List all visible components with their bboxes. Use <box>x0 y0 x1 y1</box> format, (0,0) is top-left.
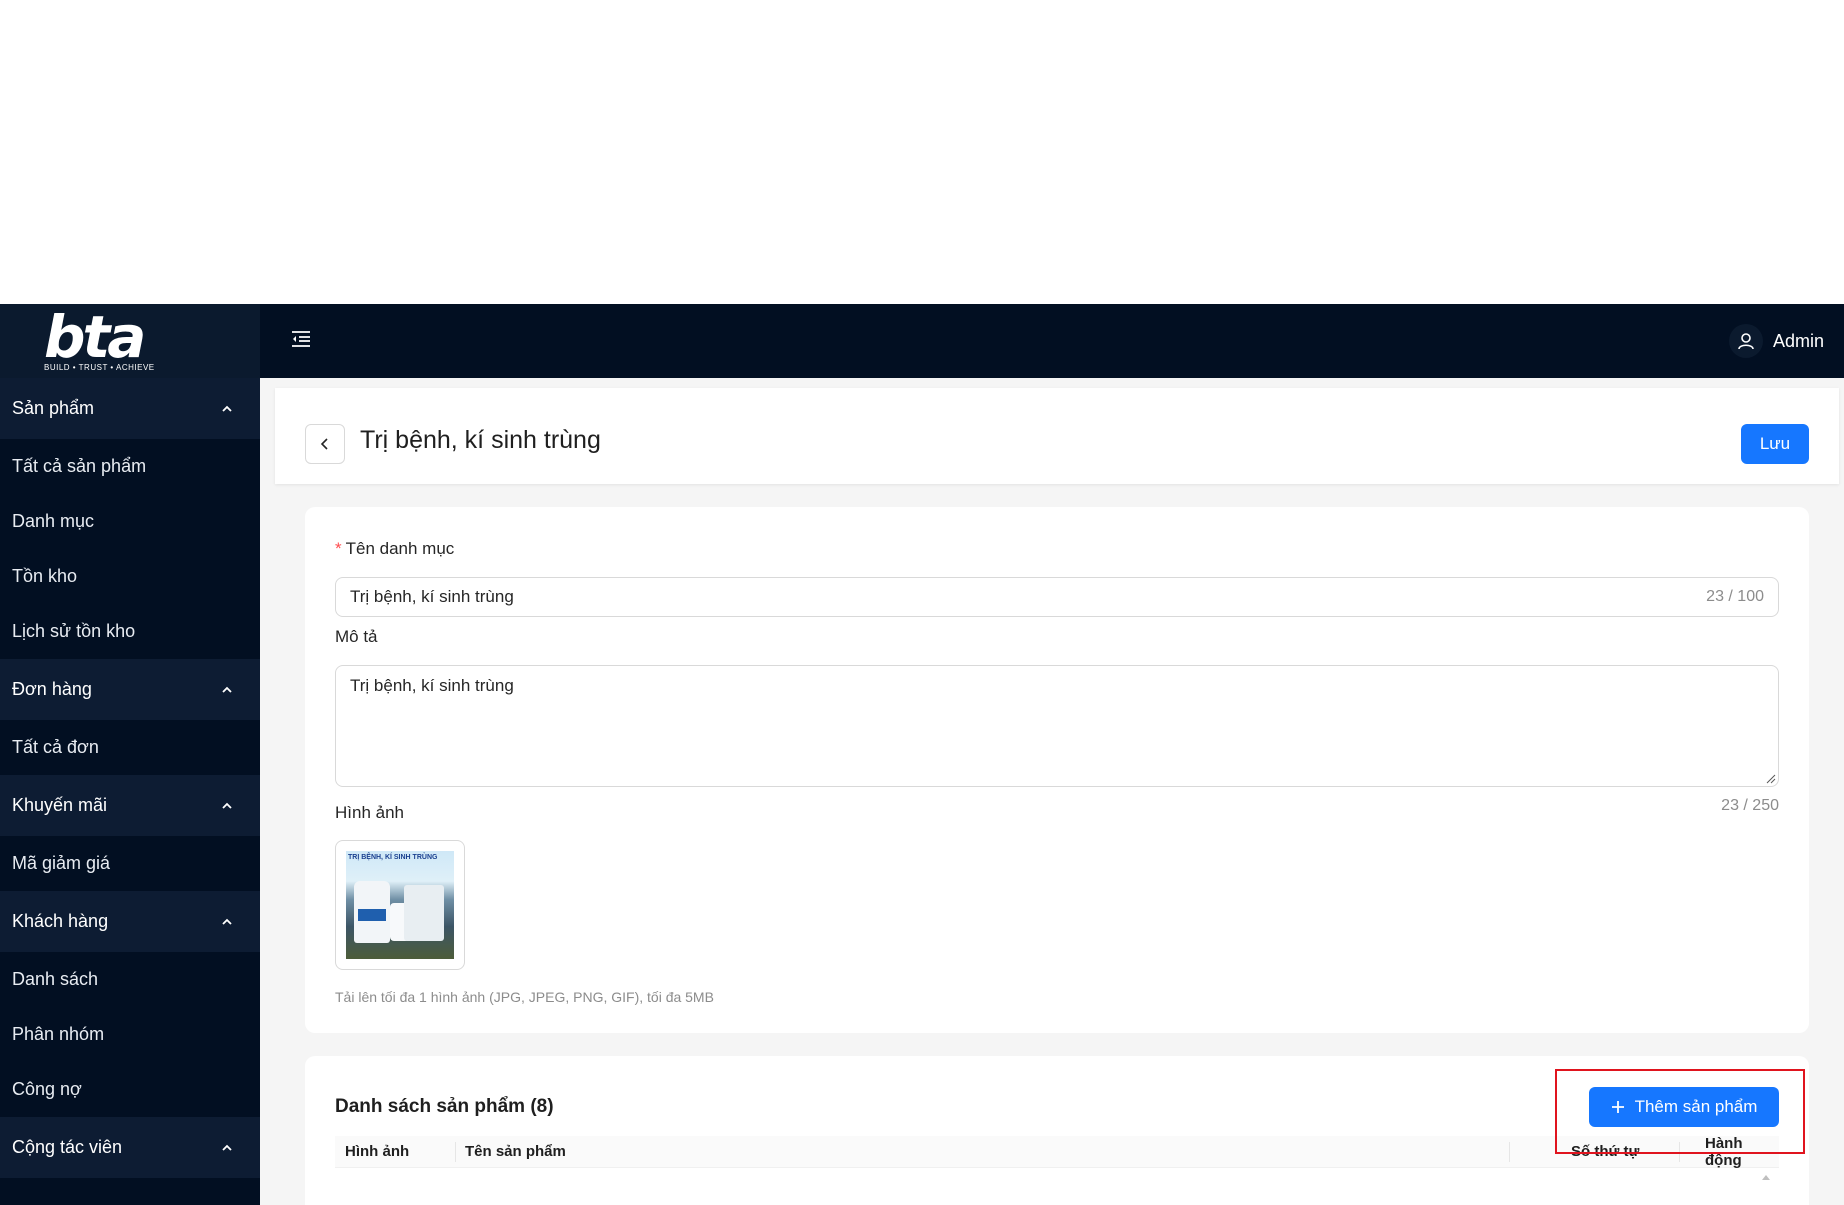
admin-app: bta BUILD • TRUST • ACHIEVE Sản phẩm Tất… <box>0 304 1844 1205</box>
column-header-order[interactable]: Số thứ tự <box>1509 1136 1679 1167</box>
menu-fold-icon[interactable] <box>290 328 312 350</box>
column-header-product-name[interactable]: Tên sản phẩm <box>455 1136 1509 1167</box>
product-label-shape <box>358 909 386 921</box>
menu-group-customers[interactable]: Khách hàng <box>0 891 260 952</box>
top-header: Admin <box>260 304 1844 378</box>
category-image-thumbnail[interactable]: TRỊ BỆNH, KÍ SINH TRÙNG <box>335 840 465 970</box>
user-name: Admin <box>1772 330 1824 351</box>
blank-top-area <box>0 0 1844 304</box>
description-label: Mô tả <box>335 627 378 646</box>
logo-tagline: BUILD • TRUST • ACHIEVE <box>44 362 155 372</box>
image-label: Hình ảnh <box>335 803 404 822</box>
menu-group-label: Khuyến mãi <box>12 795 108 815</box>
chevron-up-icon <box>222 918 232 925</box>
category-name-input[interactable]: Trị bệnh, kí sinh trùng 23 / 100 <box>335 577 1779 617</box>
sidebar-item-inventory[interactable]: Tồn kho <box>0 549 260 604</box>
product-bag-shape <box>404 885 444 941</box>
back-button[interactable] <box>305 424 345 464</box>
required-mark: * <box>335 539 342 558</box>
description-value: Trị bệnh, kí sinh trùng <box>350 676 514 695</box>
category-image: TRỊ BỆNH, KÍ SINH TRÙNG <box>346 851 454 959</box>
menu-group-products[interactable]: Sản phẩm <box>0 378 260 439</box>
menu-group-affiliates[interactable]: Cộng tác viên <box>0 1117 260 1178</box>
name-char-count: 23 / 100 <box>1706 588 1764 605</box>
menu-group-label: Đơn hàng <box>12 679 92 699</box>
user-menu[interactable]: Admin <box>1728 324 1824 358</box>
chevron-up-icon <box>222 1144 232 1151</box>
column-header-actions[interactable]: Hành động <box>1679 1135 1779 1169</box>
sidebar-item-debts[interactable]: Công nợ <box>0 1062 260 1117</box>
product-table-header: Hình ảnh Tên sản phẩm Số thứ tự Hành độn… <box>335 1135 1779 1169</box>
column-header-image[interactable]: Hình ảnh <box>335 1136 455 1167</box>
resize-handle-icon[interactable] <box>1766 774 1776 784</box>
logo[interactable]: bta BUILD • TRUST • ACHIEVE <box>0 304 260 378</box>
name-label-text: Tên danh mục <box>345 539 455 558</box>
product-list-title: Danh sách sản phẩm (8) <box>335 1096 554 1117</box>
sidebar-item-customer-groups[interactable]: Phân nhóm <box>0 1007 260 1062</box>
chevron-left-icon <box>320 438 328 450</box>
page-title: Trị bệnh, kí sinh trùng <box>360 426 601 454</box>
menu-group-promotions[interactable]: Khuyến mãi <box>0 775 260 836</box>
sidebar-item-categories[interactable]: Danh mục <box>0 494 260 549</box>
sidebar-item-customer-list[interactable]: Danh sách <box>0 952 260 1007</box>
sidebar-item-all-orders[interactable]: Tất cả đơn <box>0 720 260 775</box>
sidebar: bta BUILD • TRUST • ACHIEVE Sản phẩm Tất… <box>0 304 260 1205</box>
category-form-card: * Tên danh mục Trị bệnh, kí sinh trùng 23… <box>305 507 1809 1033</box>
main-content: Trị bệnh, kí sinh trùng Lưu * Tên danh mụ… <box>260 378 1844 1205</box>
logo-mark: bta <box>44 304 146 371</box>
chevron-up-icon <box>222 802 232 809</box>
menu-group-label: Khách hàng <box>12 911 109 931</box>
chevron-up-icon <box>222 405 232 412</box>
name-label: * Tên danh mục <box>335 539 454 559</box>
menu-group-orders[interactable]: Đơn hàng <box>0 659 260 720</box>
description-char-count: 23 / 250 <box>1721 797 1779 814</box>
upload-hint: Tải lên tối đa 1 hình ảnh (JPG, JPEG, PN… <box>335 989 714 1005</box>
description-textarea[interactable]: Trị bệnh, kí sinh trùng <box>335 665 1779 787</box>
product-list-card: Danh sách sản phẩm (8) Thêm sản phẩm Hìn… <box>305 1056 1809 1205</box>
plus-icon <box>1611 1101 1624 1113</box>
menu-group-label: Sản phẩm <box>12 398 95 418</box>
sidebar-item-all-products[interactable]: Tất cả sản phẩm <box>0 439 260 494</box>
add-product-label: Thêm sản phẩm <box>1634 1097 1758 1116</box>
sidebar-item-coupons[interactable]: Mã giảm giá <box>0 836 260 891</box>
user-icon <box>1728 324 1763 358</box>
page-header: Trị bệnh, kí sinh trùng Lưu <box>275 388 1839 484</box>
scroll-up-icon[interactable] <box>1761 1173 1771 1181</box>
save-button[interactable]: Lưu <box>1741 424 1809 464</box>
sidebar-item-inventory-history[interactable]: Lịch sử tồn kho <box>0 604 260 659</box>
chevron-up-icon <box>222 686 232 693</box>
add-product-button[interactable]: Thêm sản phẩm <box>1589 1087 1779 1127</box>
category-name-value: Trị bệnh, kí sinh trùng <box>350 587 514 606</box>
menu-group-label: Cộng tác viên <box>12 1137 123 1157</box>
image-caption: TRỊ BỆNH, KÍ SINH TRÙNG <box>348 854 438 861</box>
